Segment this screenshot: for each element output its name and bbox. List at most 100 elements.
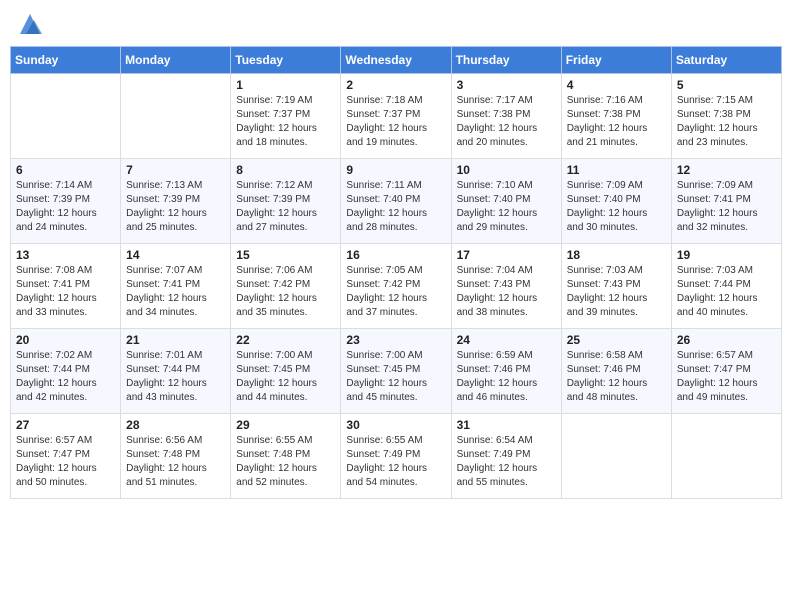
day-info: Sunrise: 7:10 AMSunset: 7:40 PMDaylight:…: [457, 179, 556, 235]
day-info: Sunrise: 7:16 AMSunset: 7:38 PMDaylight:…: [567, 94, 666, 150]
calendar-day-cell: 5 Sunrise: 7:15 AMSunset: 7:38 PMDaylight…: [671, 74, 781, 159]
day-number: 10: [457, 163, 556, 177]
calendar-week-row: 27Sunrise: 6:57 AMSunset: 7:47 PMDayligh…: [11, 414, 782, 499]
day-info: Sunrise: 7:17 AMSunset: 7:38 PMDaylight:…: [457, 94, 556, 150]
day-number: 6: [16, 163, 115, 177]
day-number: 14: [126, 248, 225, 262]
day-of-week-header: Wednesday: [341, 47, 451, 74]
day-number: 13: [16, 248, 115, 262]
day-of-week-header: Friday: [561, 47, 671, 74]
calendar-day-cell: 31 Sunrise: 6:54 AMSunset: 7:49 PMDayligh…: [451, 414, 561, 499]
day-number: 24: [457, 333, 556, 347]
day-info: Sunrise: 7:02 AMSunset: 7:44 PMDaylight:…: [16, 349, 115, 405]
day-number: 12: [677, 163, 776, 177]
day-number: 8: [236, 163, 335, 177]
day-info: Sunrise: 7:01 AMSunset: 7:44 PMDaylight:…: [126, 349, 225, 405]
day-info: Sunrise: 7:12 AMSunset: 7:39 PMDaylight:…: [236, 179, 335, 235]
day-number: 3: [457, 78, 556, 92]
day-info: Sunrise: 7:18 AMSunset: 7:37 PMDaylight:…: [346, 94, 445, 150]
day-info: Sunrise: 6:57 AMSunset: 7:47 PMDaylight:…: [16, 434, 115, 490]
calendar-day-cell: 7 Sunrise: 7:13 AMSunset: 7:39 PMDaylight…: [121, 159, 231, 244]
day-number: 26: [677, 333, 776, 347]
calendar-day-cell: [11, 74, 121, 159]
day-info: Sunrise: 7:14 AMSunset: 7:39 PMDaylight:…: [16, 179, 115, 235]
calendar-day-cell: 16 Sunrise: 7:05 AMSunset: 7:42 PMDayligh…: [341, 244, 451, 329]
day-info: Sunrise: 6:57 AMSunset: 7:47 PMDaylight:…: [677, 349, 776, 405]
calendar-week-row: 13 Sunrise: 7:08 AMSunset: 7:41 PMDayligh…: [11, 244, 782, 329]
day-number: 30: [346, 418, 445, 432]
day-info: Sunrise: 7:09 AMSunset: 7:41 PMDaylight:…: [677, 179, 776, 235]
day-number: 5: [677, 78, 776, 92]
calendar-day-cell: 10 Sunrise: 7:10 AMSunset: 7:40 PMDayligh…: [451, 159, 561, 244]
day-info: Sunrise: 7:03 AMSunset: 7:43 PMDaylight:…: [567, 264, 666, 320]
day-number: 17: [457, 248, 556, 262]
day-info: Sunrise: 6:54 AMSunset: 7:49 PMDaylight:…: [457, 434, 556, 490]
calendar-day-cell: 20 Sunrise: 7:02 AMSunset: 7:44 PMDayligh…: [11, 329, 121, 414]
day-info: Sunrise: 6:59 AMSunset: 7:46 PMDaylight:…: [457, 349, 556, 405]
calendar-day-cell: 15Sunrise: 7:06 AMSunset: 7:42 PMDayligh…: [231, 244, 341, 329]
calendar-week-row: 6 Sunrise: 7:14 AMSunset: 7:39 PMDaylight…: [11, 159, 782, 244]
day-info: Sunrise: 7:15 AMSunset: 7:38 PMDaylight:…: [677, 94, 776, 150]
day-number: 21: [126, 333, 225, 347]
calendar-day-cell: 25 Sunrise: 6:58 AMSunset: 7:46 PMDayligh…: [561, 329, 671, 414]
day-info: Sunrise: 7:00 AMSunset: 7:45 PMDaylight:…: [236, 349, 335, 405]
day-info: Sunrise: 7:03 AMSunset: 7:44 PMDaylight:…: [677, 264, 776, 320]
day-info: Sunrise: 7:00 AMSunset: 7:45 PMDaylight:…: [346, 349, 445, 405]
calendar-day-cell: 8 Sunrise: 7:12 AMSunset: 7:39 PMDaylight…: [231, 159, 341, 244]
day-of-week-header: Sunday: [11, 47, 121, 74]
calendar-day-cell: [561, 414, 671, 499]
day-info: Sunrise: 6:56 AMSunset: 7:48 PMDaylight:…: [126, 434, 225, 490]
day-number: 1: [236, 78, 335, 92]
day-number: 23: [346, 333, 445, 347]
calendar-day-cell: [671, 414, 781, 499]
day-number: 22: [236, 333, 335, 347]
day-info: Sunrise: 7:19 AMSunset: 7:37 PMDaylight:…: [236, 94, 335, 150]
day-number: 9: [346, 163, 445, 177]
calendar-day-cell: 1 Sunrise: 7:19 AMSunset: 7:37 PMDaylight…: [231, 74, 341, 159]
day-info: Sunrise: 7:08 AMSunset: 7:41 PMDaylight:…: [16, 264, 115, 320]
calendar-day-cell: 18 Sunrise: 7:03 AMSunset: 7:43 PMDayligh…: [561, 244, 671, 329]
calendar-day-cell: 26 Sunrise: 6:57 AMSunset: 7:47 PMDayligh…: [671, 329, 781, 414]
day-info: Sunrise: 6:58 AMSunset: 7:46 PMDaylight:…: [567, 349, 666, 405]
calendar-day-cell: 19Sunrise: 7:03 AMSunset: 7:44 PMDayligh…: [671, 244, 781, 329]
day-number: 7: [126, 163, 225, 177]
calendar-day-cell: 22 Sunrise: 7:00 AMSunset: 7:45 PMDayligh…: [231, 329, 341, 414]
calendar-day-cell: [121, 74, 231, 159]
header-row: SundayMondayTuesdayWednesdayThursdayFrid…: [11, 47, 782, 74]
day-number: 2: [346, 78, 445, 92]
day-info: Sunrise: 7:13 AMSunset: 7:39 PMDaylight:…: [126, 179, 225, 235]
calendar-day-cell: 30 Sunrise: 6:55 AMSunset: 7:49 PMDayligh…: [341, 414, 451, 499]
day-number: 25: [567, 333, 666, 347]
day-number: 28: [126, 418, 225, 432]
calendar-day-cell: 21 Sunrise: 7:01 AMSunset: 7:44 PMDayligh…: [121, 329, 231, 414]
day-of-week-header: Tuesday: [231, 47, 341, 74]
day-number: 20: [16, 333, 115, 347]
calendar-day-cell: 11 Sunrise: 7:09 AMSunset: 7:40 PMDayligh…: [561, 159, 671, 244]
calendar-day-cell: 29 Sunrise: 6:55 AMSunset: 7:48 PMDayligh…: [231, 414, 341, 499]
calendar-day-cell: 2 Sunrise: 7:18 AMSunset: 7:37 PMDaylight…: [341, 74, 451, 159]
day-info: Sunrise: 6:55 AMSunset: 7:48 PMDaylight:…: [236, 434, 335, 490]
logo: [14, 10, 44, 38]
calendar-day-cell: 23 Sunrise: 7:00 AMSunset: 7:45 PMDayligh…: [341, 329, 451, 414]
calendar-day-cell: 12 Sunrise: 7:09 AMSunset: 7:41 PMDayligh…: [671, 159, 781, 244]
calendar-day-cell: 6 Sunrise: 7:14 AMSunset: 7:39 PMDaylight…: [11, 159, 121, 244]
day-info: Sunrise: 7:09 AMSunset: 7:40 PMDaylight:…: [567, 179, 666, 235]
calendar-day-cell: 14Sunrise: 7:07 AMSunset: 7:41 PMDayligh…: [121, 244, 231, 329]
day-number: 29: [236, 418, 335, 432]
calendar-day-cell: 24 Sunrise: 6:59 AMSunset: 7:46 PMDayligh…: [451, 329, 561, 414]
calendar-day-cell: 13 Sunrise: 7:08 AMSunset: 7:41 PMDayligh…: [11, 244, 121, 329]
day-number: 31: [457, 418, 556, 432]
day-info: Sunrise: 6:55 AMSunset: 7:49 PMDaylight:…: [346, 434, 445, 490]
day-number: 11: [567, 163, 666, 177]
day-number: 18: [567, 248, 666, 262]
calendar-day-cell: 28 Sunrise: 6:56 AMSunset: 7:48 PMDayligh…: [121, 414, 231, 499]
day-info: Sunrise: 7:11 AMSunset: 7:40 PMDaylight:…: [346, 179, 445, 235]
calendar-day-cell: 4Sunrise: 7:16 AMSunset: 7:38 PMDaylight…: [561, 74, 671, 159]
day-number: 16: [346, 248, 445, 262]
logo-icon: [16, 10, 44, 38]
day-of-week-header: Thursday: [451, 47, 561, 74]
day-info: Sunrise: 7:05 AMSunset: 7:42 PMDaylight:…: [346, 264, 445, 320]
day-of-week-header: Monday: [121, 47, 231, 74]
page-header: [10, 10, 782, 38]
day-of-week-header: Saturday: [671, 47, 781, 74]
